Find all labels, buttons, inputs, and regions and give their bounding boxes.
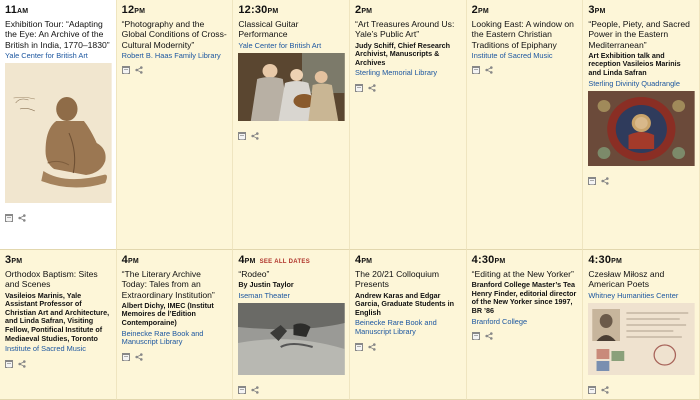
event-venue-link[interactable]: Yale Center for British Art — [238, 41, 345, 51]
event-time: 2PM — [471, 4, 489, 16]
event-venue-link[interactable]: Whitney Humanities Center — [588, 291, 695, 301]
add-to-calendar-icon[interactable] — [471, 332, 480, 341]
event-time: 4PM — [121, 254, 139, 266]
event-card[interactable]: 4PM “The Literary Archive Today: Tales f… — [116, 250, 234, 400]
event-actions — [354, 342, 462, 351]
event-title[interactable]: “People, Piety, and Sacred Power in the … — [588, 19, 695, 50]
share-icon[interactable] — [368, 342, 376, 351]
event-venue-link[interactable]: Yale Center for British Art — [5, 51, 112, 61]
passport-document-image[interactable] — [588, 303, 695, 380]
add-to-calendar-icon[interactable] — [238, 386, 247, 395]
event-actions — [471, 66, 579, 75]
share-icon[interactable] — [601, 177, 609, 185]
event-description: Vasileios Marinis, Yale Assistant Profes… — [5, 290, 110, 343]
event-time: 4PM SEE ALL DATES — [238, 254, 311, 266]
event-title[interactable]: Czesław Miłosz and American Poets — [588, 269, 695, 290]
event-time: 4PM — [354, 254, 373, 266]
add-to-calendar-icon[interactable] — [121, 66, 130, 75]
event-venue-link[interactable]: Branford College — [472, 317, 579, 327]
event-venue-link[interactable]: Institute of Sacred Music — [5, 345, 112, 354]
share-icon[interactable] — [18, 214, 26, 223]
event-actions — [238, 386, 345, 395]
event-actions — [238, 132, 345, 141]
event-card[interactable]: 11AM Exhibition Tour: “Adapting the Eye:… — [0, 0, 117, 250]
event-title[interactable]: Looking East: A window on the Eastern Ch… — [472, 19, 579, 50]
event-description: By Justin Taylor — [238, 280, 294, 290]
share-icon[interactable] — [485, 66, 493, 75]
share-icon[interactable] — [601, 386, 609, 394]
add-to-calendar-icon[interactable] — [588, 386, 597, 395]
event-description: Andrew Karas and Edgar Garcia, Graduate … — [354, 290, 455, 317]
event-card[interactable]: 2PM “Art Treasures Around Us: Yale’s Pub… — [349, 0, 467, 250]
rodeo-photo-image[interactable] — [238, 303, 345, 380]
event-actions — [121, 352, 229, 361]
event-actions — [121, 66, 229, 75]
see-all-dates-link[interactable]: SEE ALL DATES — [260, 259, 310, 265]
add-to-calendar-icon[interactable] — [5, 214, 13, 223]
event-actions — [5, 214, 112, 223]
add-to-calendar-icon[interactable] — [5, 359, 13, 368]
add-to-calendar-icon[interactable] — [354, 342, 363, 351]
event-title[interactable]: Exhibition Tour: “Adapting the Eye: An A… — [5, 19, 112, 50]
event-venue-link[interactable]: Sterling Memorial Library — [355, 69, 462, 78]
event-venue-link[interactable]: Beinecke Rare Book and Manuscript Librar… — [355, 319, 462, 336]
event-card[interactable]: 4PM The 20/21 Colloquium Presents Andrew… — [349, 250, 467, 400]
share-icon[interactable] — [485, 332, 493, 340]
event-card[interactable]: 12PM “Photography and the Global Conditi… — [116, 0, 234, 250]
event-description: Branford College Master’s Tea Henry Find… — [471, 280, 577, 316]
event-actions — [354, 83, 462, 92]
event-card[interactable]: 2PM Looking East: A window on the Easter… — [466, 0, 584, 250]
event-venue-link[interactable]: Sterling Divinity Quadrangle — [588, 79, 695, 89]
event-time: 12PM — [121, 4, 146, 16]
event-actions — [5, 359, 112, 368]
event-venue-link[interactable]: Beinecke Rare Book and Manuscript Librar… — [122, 329, 229, 347]
share-icon[interactable] — [368, 84, 376, 92]
event-title[interactable]: Orthodox Baptism: Sites and Scenes — [5, 269, 112, 290]
event-card[interactable]: 4:30PM “Editing at the New Yorker” Branf… — [466, 250, 584, 400]
event-title[interactable]: Classical Guitar Performance — [238, 19, 345, 40]
share-icon[interactable] — [135, 66, 143, 75]
add-to-calendar-icon[interactable] — [588, 177, 597, 186]
add-to-calendar-icon[interactable] — [354, 83, 363, 92]
event-venue-link[interactable]: Robert B. Haas Family Library — [122, 51, 229, 61]
event-time: 12:30PM — [238, 4, 279, 16]
event-description: Art Exhibition talk and reception Vasile… — [588, 50, 681, 78]
events-grid: 11AM Exhibition Tour: “Adapting the Eye:… — [0, 0, 700, 400]
event-actions — [471, 332, 579, 341]
event-time: 11AM — [5, 4, 29, 16]
event-title[interactable]: “The Literary Archive Today: Tales from … — [122, 269, 229, 300]
add-to-calendar-icon[interactable] — [121, 352, 130, 361]
event-actions — [588, 386, 695, 395]
event-card[interactable]: 4PM SEE ALL DATES “Rodeo” By Justin Taylo… — [233, 250, 350, 400]
add-to-calendar-icon[interactable] — [471, 66, 480, 75]
event-time: 2PM — [354, 4, 373, 16]
event-time: 4:30PM — [588, 254, 623, 266]
event-description: Albert Dichy, IMEC (Institut Memoires de… — [121, 300, 214, 328]
event-venue-link[interactable]: Institute of Sacred Music — [472, 51, 579, 61]
fresco-icon-image[interactable] — [588, 91, 695, 171]
event-card[interactable]: 3PM Orthodox Baptism: Sites and Scenes V… — [0, 250, 117, 400]
musicians-painting-image[interactable] — [238, 53, 345, 126]
share-icon[interactable] — [135, 353, 143, 361]
seated-figure-sketch-image[interactable] — [5, 63, 112, 208]
event-card[interactable]: 3PM “People, Piety, and Sacred Power in … — [583, 0, 700, 250]
event-title[interactable]: “Art Treasures Around Us: Yale’s Public … — [355, 19, 462, 40]
event-description: Judy Schiff, Chief Research Archivist, M… — [354, 40, 451, 67]
event-title[interactable]: “Rodeo” — [238, 269, 345, 279]
event-title[interactable]: “Editing at the New Yorker” — [472, 269, 579, 279]
event-actions — [588, 177, 695, 186]
event-card[interactable]: 4:30PM Czesław Miłosz and American Poets… — [583, 250, 700, 400]
share-icon[interactable] — [251, 132, 259, 140]
event-time: 3PM — [588, 4, 606, 16]
event-venue-link[interactable]: Iseman Theater — [238, 291, 345, 301]
add-to-calendar-icon[interactable] — [238, 132, 247, 141]
event-title[interactable]: The 20/21 Colloquium Presents — [355, 269, 462, 290]
event-title[interactable]: “Photography and the Global Conditions o… — [122, 19, 229, 50]
event-time: 4:30PM — [471, 254, 506, 266]
event-time: 3PM — [5, 254, 23, 266]
share-icon[interactable] — [251, 386, 259, 395]
event-card[interactable]: 12:30PM Classical Guitar Performance Yal… — [233, 0, 350, 250]
share-icon[interactable] — [18, 360, 26, 368]
